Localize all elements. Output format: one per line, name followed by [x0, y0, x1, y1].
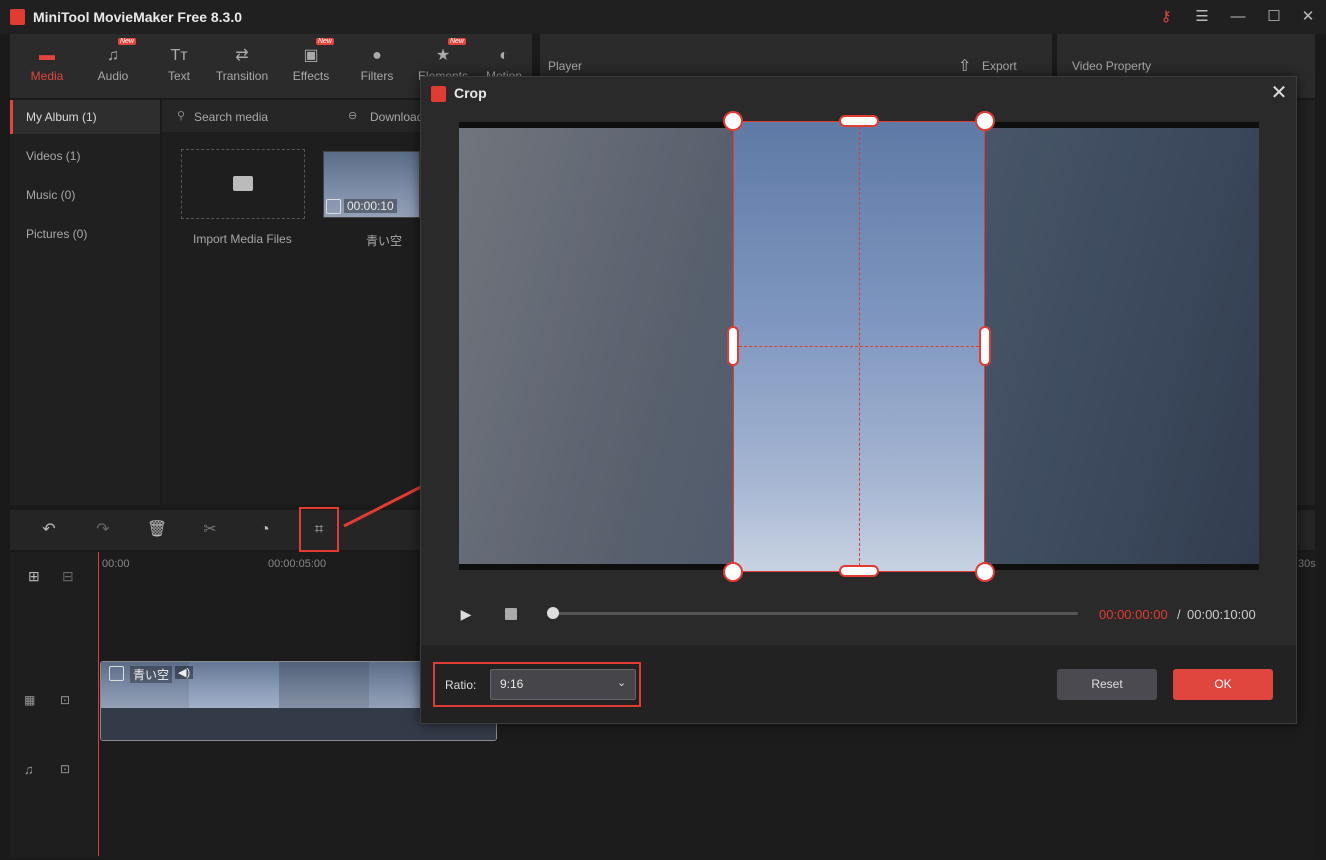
crop-dialog-title: Crop — [454, 85, 487, 101]
time-separator: / — [1177, 607, 1181, 622]
export-icon[interactable]: ⇧ — [958, 56, 971, 76]
elements-icon: ★ — [435, 47, 451, 64]
play-icon[interactable]: ▶ — [457, 605, 475, 623]
video-track-icon: ▦ — [24, 693, 36, 707]
speaker-icon[interactable]: ◀) — [175, 666, 194, 679]
effects-icon: ▣ — [303, 47, 319, 64]
new-badge: New — [117, 38, 136, 45]
folder-icon: ▬ — [39, 47, 55, 64]
crop-handle-left[interactable] — [727, 326, 739, 366]
export-button[interactable]: Export — [982, 59, 1017, 73]
media-search-bar: ⚲ Search media ⊖ Download — [162, 100, 420, 132]
tab-effects[interactable]: New ▣ Effects — [278, 34, 344, 98]
ruler-mid-label: 00:00:05:00 — [268, 558, 327, 570]
search-input[interactable]: Search media — [194, 110, 268, 124]
crop-handle-bottom-right[interactable] — [975, 562, 995, 582]
crop-dialog: Crop ✕ ▶ 00:00:00:00 / 00:00:10:00 Ratio… — [420, 76, 1297, 724]
video-property-label: Video Property — [1072, 59, 1152, 73]
current-time: 00:00:00:00 — [1099, 607, 1168, 622]
app-logo-icon — [431, 86, 446, 102]
music-note-icon: ♫ — [107, 47, 119, 64]
menu-icon[interactable]: ☰ — [1190, 6, 1214, 28]
crop-handle-top[interactable] — [839, 115, 879, 127]
tab-audio[interactable]: New ♫ Audio — [80, 34, 146, 98]
playhead[interactable] — [98, 552, 99, 856]
film-icon — [326, 199, 341, 214]
filters-icon: ● — [372, 47, 382, 64]
tab-label: Media — [30, 69, 64, 83]
chevron-down-icon: ⌄ — [617, 677, 627, 689]
crop-handle-right[interactable] — [979, 326, 991, 366]
split-icon[interactable]: ✂ — [199, 519, 221, 541]
close-icon[interactable]: ✕ — [1267, 81, 1291, 105]
clip-frame — [189, 662, 279, 708]
sidebar-item-my-album[interactable]: My Album (1) — [10, 100, 160, 134]
seek-handle[interactable] — [547, 607, 559, 619]
sidebar-item-pictures[interactable]: Pictures (0) — [10, 217, 160, 251]
tab-transition[interactable]: ⇄ Transition — [209, 34, 275, 98]
crop-handle-top-right[interactable] — [975, 111, 995, 131]
clip-frame — [279, 662, 369, 708]
crop-grid-line — [734, 346, 984, 347]
ratio-label: Ratio: — [445, 678, 477, 692]
swap-arrows-icon: ⇄ — [235, 47, 249, 64]
track-headers: ⊞ ⊟ ▦ ⊡ ♫ ⊡ — [10, 552, 98, 858]
thumbnail-duration: 00:00:10 — [344, 199, 397, 213]
text-icon: Tт — [170, 47, 188, 64]
crop-rectangle[interactable] — [733, 121, 985, 572]
tab-label: Transition — [215, 69, 269, 83]
crop-highlight-box — [299, 507, 339, 552]
key-icon[interactable]: ⚷ — [1154, 6, 1178, 28]
app-title: MiniTool MovieMaker Free 8.3.0 — [33, 9, 243, 25]
seek-bar[interactable] — [552, 612, 1078, 615]
ruler-end-label: 30s — [1298, 558, 1316, 570]
lock-icon[interactable]: ⊡ — [60, 762, 70, 776]
tab-filters[interactable]: ● Filters — [344, 34, 410, 98]
search-icon: ⚲ — [177, 110, 186, 122]
maximize-icon[interactable]: ☐ — [1262, 6, 1286, 28]
crop-dialog-title-bar — [421, 77, 1296, 111]
clip-name: 青い空 — [130, 666, 173, 683]
delete-icon[interactable]: 🗑 — [146, 519, 168, 541]
reset-button[interactable]: Reset — [1057, 669, 1157, 700]
motion-icon: ◐ — [499, 47, 509, 64]
redo-icon[interactable]: ↷ — [92, 519, 114, 541]
thumbnail-name: 青い空 — [366, 234, 403, 248]
add-track-icon[interactable]: ⊞ — [28, 568, 40, 585]
remove-track-icon[interactable]: ⊟ — [62, 568, 74, 585]
ruler-start-label: 00:00 — [102, 558, 130, 570]
crop-handle-bottom[interactable] — [839, 565, 879, 577]
ratio-dropdown[interactable]: 9:16 — [490, 669, 636, 700]
sidebar-item-videos[interactable]: Videos (1) — [10, 139, 160, 173]
new-badge: New — [447, 38, 466, 45]
media-sidebar: My Album (1) Videos (1) Music (0) Pictur… — [10, 100, 160, 505]
download-icon: ⊖ — [348, 110, 358, 122]
tab-label: Text — [167, 69, 190, 83]
close-window-icon[interactable]: ✕ — [1296, 6, 1320, 28]
ok-button[interactable]: OK — [1173, 669, 1273, 700]
folder-icon — [233, 176, 253, 191]
stop-icon[interactable] — [505, 608, 517, 620]
film-icon — [109, 666, 124, 681]
tab-text[interactable]: Tт Text — [146, 34, 212, 98]
tab-media[interactable]: ▬ Media — [14, 34, 80, 98]
app-logo-icon — [10, 9, 25, 25]
crop-handle-bottom-left[interactable] — [723, 562, 743, 582]
lock-icon[interactable]: ⊡ — [60, 693, 70, 707]
audio-track-icon: ♫ — [24, 762, 34, 777]
minimize-icon[interactable]: — — [1226, 6, 1250, 28]
sidebar-item-music[interactable]: Music (0) — [10, 178, 160, 212]
player-label: Player — [548, 59, 583, 73]
download-button[interactable]: Download — [370, 110, 420, 124]
new-badge: New — [315, 38, 334, 45]
crop-handle-top-left[interactable] — [723, 111, 743, 131]
total-time: 00:00:10:00 — [1187, 607, 1256, 622]
tab-label: Effects — [292, 69, 330, 83]
tab-label: Audio — [97, 69, 129, 83]
import-label: Import Media Files — [193, 232, 292, 246]
tab-label: Filters — [360, 69, 394, 83]
undo-icon[interactable]: ↶ — [38, 519, 60, 541]
speed-icon[interactable]: ◔ — [254, 519, 276, 541]
